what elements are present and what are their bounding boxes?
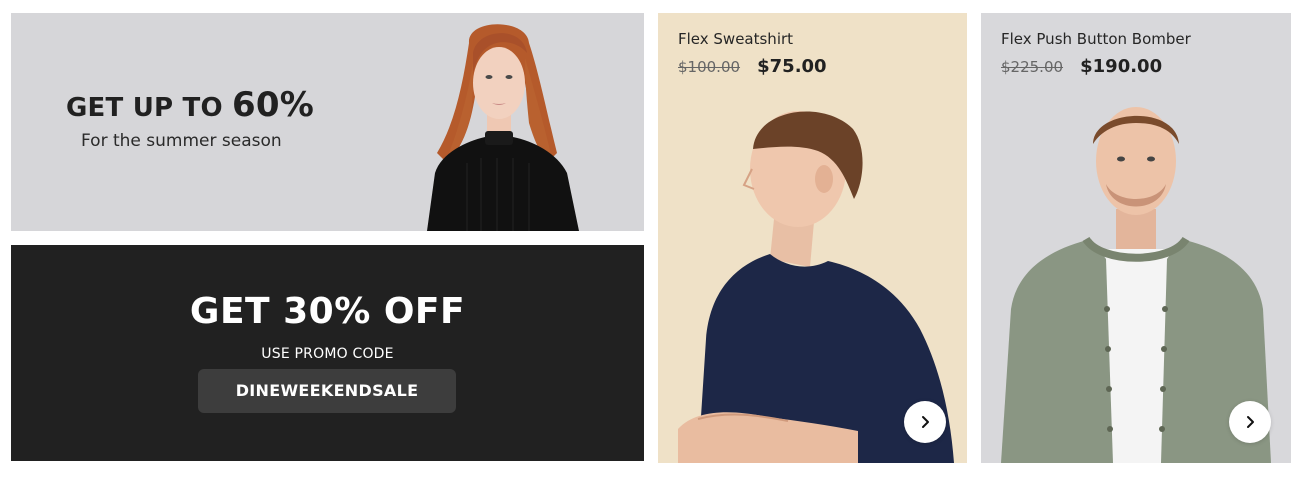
product-name[interactable]: Flex Sweatshirt (678, 30, 793, 48)
summer-sale-subtitle: For the summer season (81, 131, 282, 151)
summer-sale-banner[interactable]: GET UP TO 60% For the summer season (11, 13, 644, 231)
summer-sale-headline-lead: GET UP TO (66, 93, 232, 123)
next-button[interactable] (904, 401, 946, 443)
chevron-right-icon (922, 416, 929, 428)
next-button[interactable] (1229, 401, 1271, 443)
product-sale-price: $190.00 (1080, 56, 1163, 77)
product-prices: $100.00 $75.00 (678, 56, 827, 77)
promo-code-button[interactable]: DINEWEEKENDSALE (198, 369, 456, 413)
promo-code-banner: GET 30% OFF USE PROMO CODE DINEWEEKENDSA… (11, 245, 644, 461)
woman-model-image (427, 24, 579, 231)
promotions-section: GET UP TO 60% For the summer season GET … (0, 0, 1311, 478)
product-card[interactable]: Flex Push Button Bomber $225.00 $190.00 (981, 13, 1291, 463)
promo-title: GET 30% OFF (189, 291, 466, 332)
product-original-price: $225.00 (1001, 58, 1064, 76)
product-card[interactable]: Flex Sweatshirt $100.00 $75.00 (658, 13, 967, 463)
product-prices: $225.00 $190.00 (1001, 56, 1162, 77)
promo-code-label: USE PROMO CODE (261, 346, 394, 362)
summer-sale-discount: 60% (232, 85, 314, 125)
product-sale-price: $75.00 (757, 56, 827, 77)
chevron-right-icon (1247, 416, 1254, 428)
product-name[interactable]: Flex Push Button Bomber (1001, 30, 1191, 48)
summer-sale-headline: GET UP TO 60% (66, 85, 314, 125)
product-original-price: $100.00 (678, 58, 741, 76)
